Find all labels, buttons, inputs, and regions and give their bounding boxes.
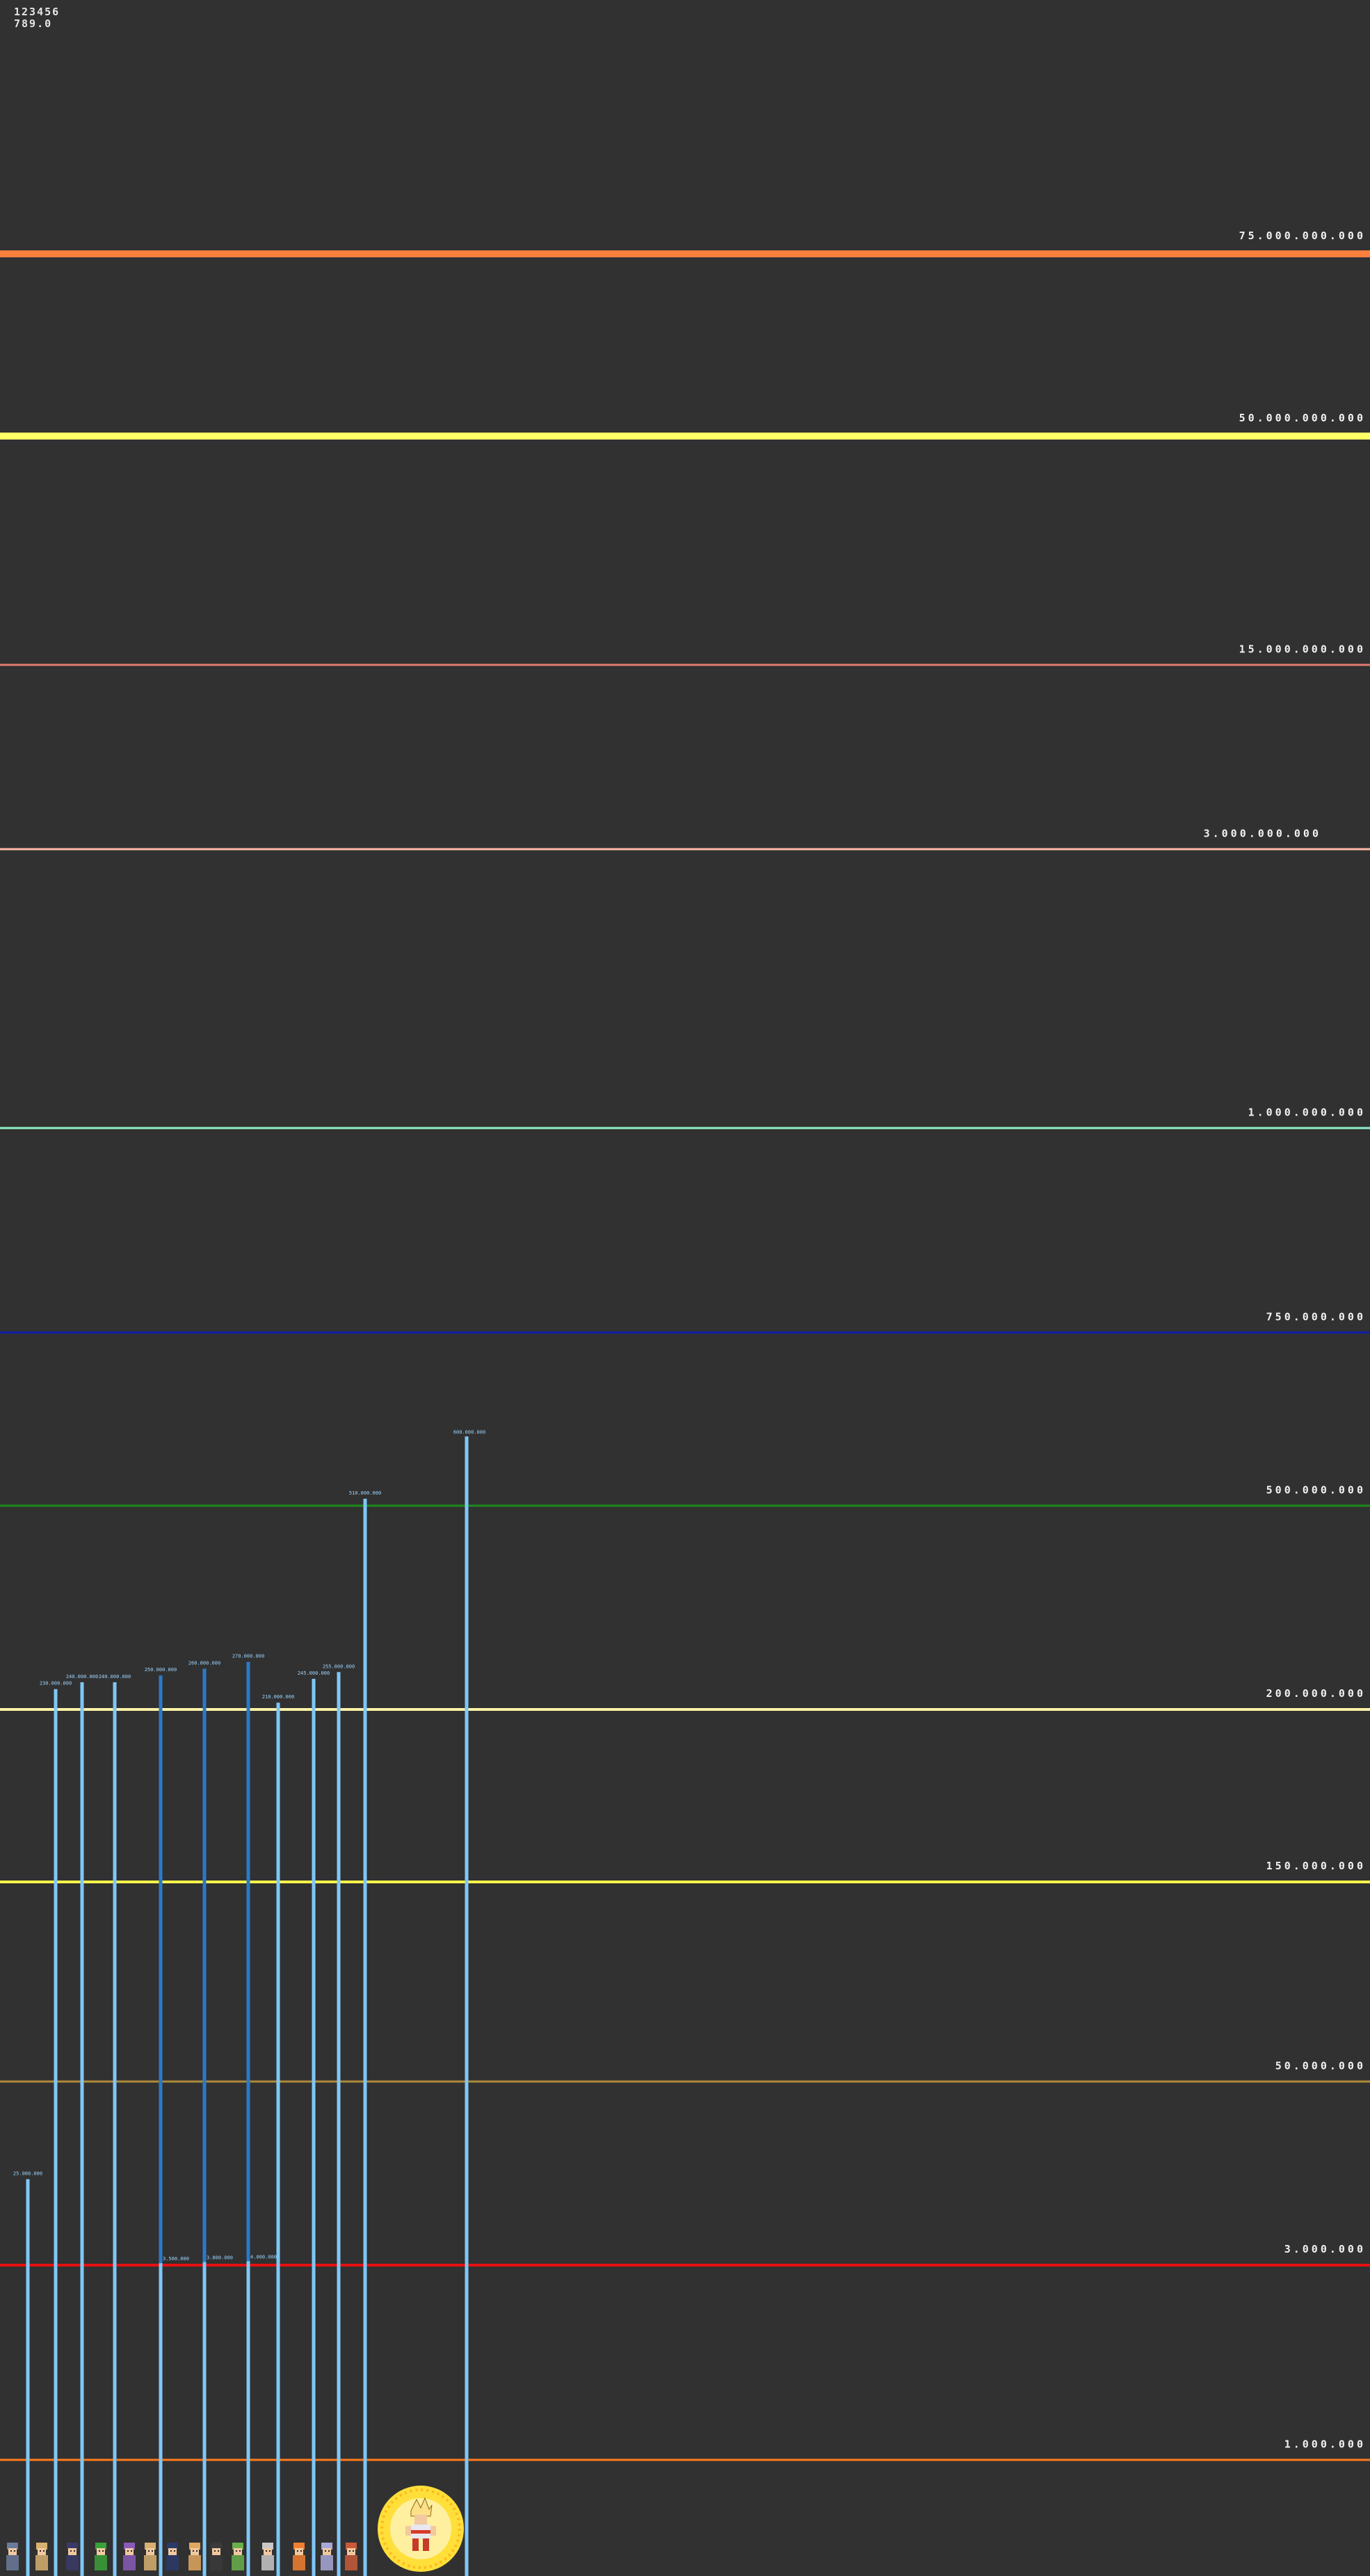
threshold-label: 50.000.000.000 [1239, 412, 1366, 424]
fighter-portrait [35, 2543, 48, 2570]
bar-value-label: 510.000.000 [349, 1490, 381, 1496]
fighter-portrait [66, 2543, 79, 2570]
bar-value-label: 250.000.000 [145, 1667, 177, 1673]
bar-value-label: 260.000.000 [188, 1660, 220, 1666]
threshold-label: 50.000.000 [1275, 2060, 1366, 2072]
bar-value-label: 240.000.000 [66, 1674, 98, 1680]
base-value-label: 3.800.000 [207, 2255, 233, 2261]
threshold-label: 3.000.000 [1284, 2243, 1366, 2255]
base-value-label: 4.000.000 [250, 2254, 277, 2260]
threshold-label: 500.000.000 [1266, 1484, 1366, 1497]
threshold-label: 150.000.000 [1266, 1860, 1366, 1872]
bar-value-label: 270.000.000 [232, 1654, 264, 1659]
fighter-portrait [261, 2543, 274, 2570]
bar-value-label: 25.000.000 [13, 2171, 42, 2176]
fighter-portrait [210, 2543, 223, 2570]
bar-value-label: 600.000.000 [453, 1429, 485, 1435]
fighter-portrait [95, 2543, 107, 2570]
threshold-label: 15.000.000.000 [1239, 643, 1366, 656]
threshold-label: 1.000.000 [1284, 2438, 1366, 2451]
fighter-portrait [144, 2543, 156, 2570]
threshold-label: 75.000.000.000 [1239, 230, 1366, 242]
bar-value-label: 245.000.000 [298, 1671, 330, 1676]
bar-value-label: 210.000.000 [262, 1694, 294, 1700]
fighter-portrait [321, 2543, 333, 2570]
power-level-chart: 75.000.000.000 50.000.000.000 15.000.000.0… [0, 230, 1370, 2576]
bar-value-label: 255.000.000 [323, 1664, 355, 1669]
fighter-portrait [345, 2543, 357, 2570]
bar-value-label: 230.000.000 [40, 1681, 72, 1687]
bar-value-label: 240.000.000 [99, 1674, 131, 1680]
base-value-label: 3.500.000 [163, 2256, 189, 2262]
threshold-label: 200.000.000 [1266, 1687, 1366, 1700]
threshold-label: 750.000.000 [1266, 1311, 1366, 1323]
fighter-portrait [166, 2543, 179, 2570]
fighter-portrait [232, 2543, 244, 2570]
threshold-label: 1.000.000.000 [1248, 1106, 1366, 1119]
fighter-portrait [188, 2543, 201, 2570]
fighter-portrait [123, 2543, 136, 2570]
threshold-label: 3.000.000.000 [1204, 828, 1321, 840]
fighter-portrait [293, 2543, 305, 2570]
fighter-portrait [6, 2543, 19, 2570]
